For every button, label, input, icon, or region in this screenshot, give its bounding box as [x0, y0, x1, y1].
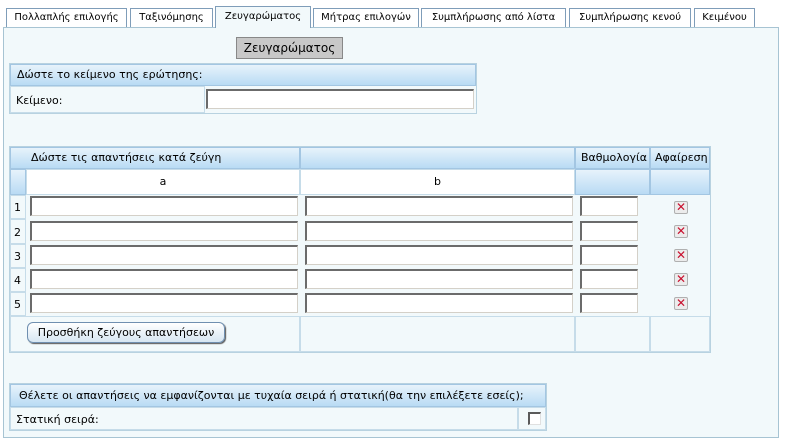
- pairs-footer-cell: [575, 316, 650, 352]
- tab-matching[interactable]: Ζευγαρώματος: [215, 6, 311, 28]
- pair-b-input[interactable]: [305, 221, 573, 241]
- remove-subheader: [650, 169, 710, 195]
- pairs-header-blank: [300, 147, 575, 169]
- score-input[interactable]: [580, 293, 638, 313]
- tab-multiple-choice[interactable]: Πολλαπλής επιλογής: [6, 8, 127, 27]
- tab-choice-matrix[interactable]: Μήτρας επιλογών: [313, 8, 419, 27]
- question-type-title: Ζευγαρώματος: [236, 37, 343, 59]
- remove-column-header: Αφαίρεση: [650, 147, 710, 169]
- score-input[interactable]: [580, 221, 638, 241]
- score-input[interactable]: [580, 269, 638, 289]
- static-order-label: Στατική σειρά:: [16, 413, 99, 426]
- row-number: 4: [14, 274, 21, 287]
- pair-b-input[interactable]: [305, 196, 573, 216]
- tab-fill-from-list[interactable]: Συμπλήρωσης από λίστα: [421, 8, 566, 27]
- pair-b-input[interactable]: [305, 269, 573, 289]
- question-label: Κείμενο:: [16, 94, 63, 107]
- column-b-header: b: [300, 169, 575, 195]
- pairs-footer-cell: [300, 316, 575, 352]
- pairs-footer-cell: [650, 316, 710, 352]
- remove-row-icon[interactable]: ✕: [674, 273, 688, 286]
- row-number-header: [10, 169, 26, 195]
- pair-b-input[interactable]: [305, 293, 573, 313]
- pair-a-input[interactable]: [30, 196, 298, 216]
- row-number: 1: [14, 201, 21, 214]
- pair-a-input[interactable]: [30, 221, 298, 241]
- row-number: 3: [14, 250, 21, 263]
- pair-b-input[interactable]: [305, 245, 573, 265]
- tab-sorting[interactable]: Ταξινόμησης: [130, 8, 213, 27]
- row-number: 5: [14, 298, 21, 311]
- score-subheader: [575, 169, 650, 195]
- pair-a-input[interactable]: [30, 269, 298, 289]
- add-pair-button[interactable]: Προσθήκη ζεύγους απαντήσεων: [27, 322, 225, 343]
- order-section-header: Θέλετε οι απαντήσεις να εμφανίζονται με …: [10, 384, 546, 407]
- question-section-header: Δώστε το κείμενο της ερώτησης:: [10, 64, 476, 86]
- remove-row-icon[interactable]: ✕: [674, 297, 688, 310]
- score-input[interactable]: [580, 196, 638, 216]
- remove-row-icon[interactable]: ✕: [674, 225, 688, 238]
- tab-fill-blank[interactable]: Συμπλήρωσης κενού: [569, 8, 691, 27]
- row-number: 2: [14, 226, 21, 239]
- pair-a-input[interactable]: [30, 245, 298, 265]
- score-column-header: Βαθμολογία: [575, 147, 650, 169]
- tab-text[interactable]: Κειμένου: [694, 8, 755, 27]
- pairs-header: Δώστε τις απαντήσεις κατά ζεύγη: [10, 147, 300, 169]
- column-a-header: a: [26, 169, 300, 195]
- static-order-checkbox[interactable]: [528, 412, 541, 425]
- remove-row-icon[interactable]: ✕: [674, 201, 688, 214]
- remove-row-icon[interactable]: ✕: [674, 249, 688, 262]
- score-input[interactable]: [580, 245, 638, 265]
- question-text-input[interactable]: [206, 89, 474, 109]
- pair-a-input[interactable]: [30, 293, 298, 313]
